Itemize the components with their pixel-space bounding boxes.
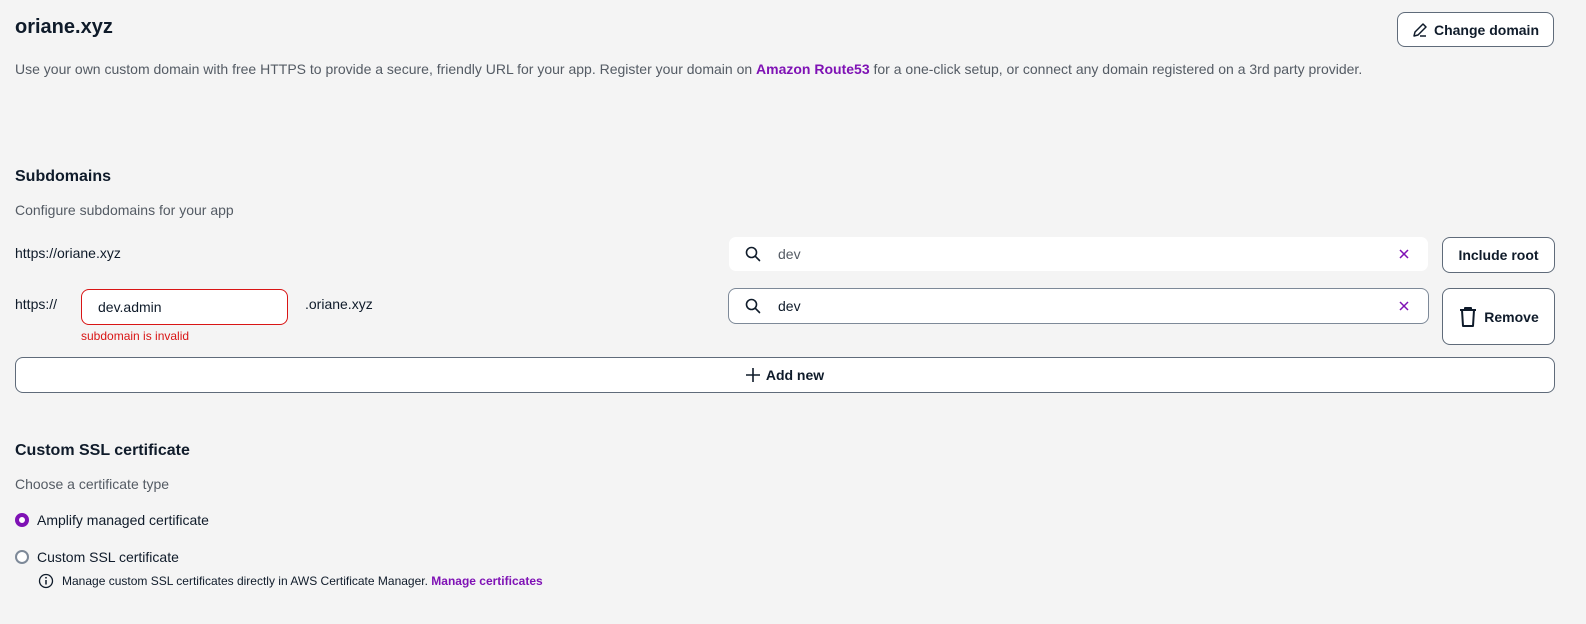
radio-custom-ssl[interactable]: Custom SSL certificate bbox=[15, 549, 179, 565]
ssl-description: Choose a certificate type bbox=[15, 476, 170, 492]
manage-certificates-link[interactable]: Manage certificates bbox=[431, 574, 542, 588]
add-new-subdomain-button[interactable]: Add new bbox=[15, 357, 1555, 393]
clear-icon[interactable] bbox=[1394, 296, 1414, 316]
change-domain-button[interactable]: Change domain bbox=[1397, 12, 1554, 47]
trash-icon bbox=[1458, 306, 1478, 328]
branch-search-root[interactable]: dev bbox=[728, 236, 1429, 272]
subdomains-description: Configure subdomains for your app bbox=[15, 202, 234, 218]
info-icon bbox=[38, 573, 54, 589]
subdomains-heading: Subdomains bbox=[15, 168, 112, 185]
radio-unselected-icon[interactable] bbox=[15, 550, 29, 564]
domain-description: Use your own custom domain with free HTT… bbox=[15, 61, 1363, 77]
amazon-route53-link[interactable]: Amazon Route53 bbox=[756, 61, 870, 77]
change-domain-label: Change domain bbox=[1433, 21, 1539, 38]
radio-amplify-managed[interactable]: Amplify managed certificate bbox=[15, 512, 209, 528]
include-root-button[interactable]: Include root bbox=[1442, 237, 1555, 273]
remove-subdomain-button[interactable]: Remove bbox=[1442, 288, 1555, 345]
subdomain-error: subdomain is invalid bbox=[81, 329, 190, 343]
edit-icon bbox=[1412, 22, 1428, 38]
subdomain-suffix: .oriane.xyz bbox=[305, 296, 373, 312]
plus-icon bbox=[745, 368, 760, 382]
subdomain-prefix: https:// bbox=[15, 296, 58, 312]
radio-selected-icon[interactable] bbox=[15, 513, 29, 527]
search-icon bbox=[745, 246, 761, 262]
branch-search-value[interactable]: dev bbox=[778, 246, 1394, 262]
root-url: https://oriane.xyz bbox=[15, 245, 121, 261]
ssl-heading: Custom SSL certificate bbox=[15, 442, 190, 459]
search-icon bbox=[745, 298, 761, 314]
branch-search-subdomain[interactable]: dev bbox=[728, 288, 1429, 324]
page-title: oriane.xyz bbox=[15, 16, 113, 38]
clear-icon[interactable] bbox=[1394, 244, 1414, 264]
ssl-info: Manage custom SSL certificates directly … bbox=[38, 573, 543, 589]
subdomain-input[interactable] bbox=[81, 289, 288, 325]
branch-search-value[interactable]: dev bbox=[778, 298, 1394, 314]
ssl-info-text: Manage custom SSL certificates directly … bbox=[62, 574, 428, 588]
